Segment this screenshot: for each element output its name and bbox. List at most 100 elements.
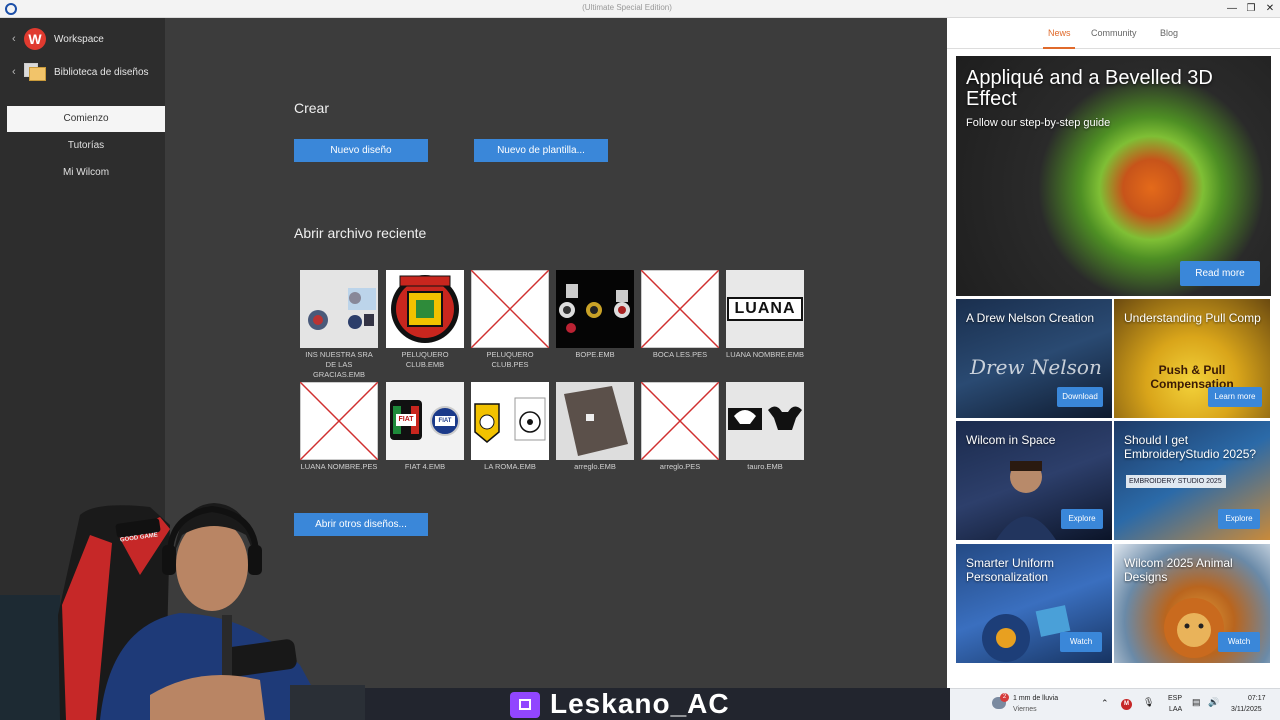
recent-file-item[interactable]: BOPE.EMB	[556, 270, 634, 360]
file-preview	[556, 270, 634, 348]
nav-item-tutorias[interactable]: Tutorías	[7, 133, 165, 159]
fiat-badge-square: FIAT	[390, 400, 422, 440]
tab-news[interactable]: News	[1048, 28, 1071, 38]
recent-file-item[interactable]: LUANA LUANA NOMBRE.EMB	[726, 270, 804, 360]
workspace-link[interactable]: ‹ W Workspace	[12, 27, 104, 51]
notification-badge[interactable]: M	[1121, 699, 1132, 710]
learn-more-button[interactable]: Learn more	[1208, 387, 1262, 407]
card-title: Understanding Pull Comp	[1124, 311, 1261, 325]
recent-file-item[interactable]: PELUQUERO CLUB.PES	[471, 270, 549, 370]
recent-file-item[interactable]: BOCA LES.PES	[641, 270, 719, 360]
file-name: PELUQUERO CLUB.EMB	[401, 350, 449, 369]
hero-title: Appliqué and a Bevelled 3D Effect	[966, 67, 1213, 110]
weather-day: Viernes	[1013, 706, 1037, 713]
clock-date[interactable]: 3/11/2025	[1231, 706, 1262, 713]
chevron-left-icon: ‹	[12, 33, 16, 45]
file-preview: FIAT FIAT	[386, 382, 464, 460]
clock-time[interactable]: 07:17	[1248, 695, 1266, 702]
news-card-drew-nelson[interactable]: A Drew Nelson Creation Drew Nelson Downl…	[956, 299, 1112, 418]
explore-button[interactable]: Explore	[1218, 509, 1260, 529]
astronaut-graphic	[996, 461, 1056, 540]
language-code[interactable]: ESP	[1168, 695, 1182, 702]
stream-banner: Leskano_AC	[365, 688, 950, 720]
card-title: Wilcom in Space	[966, 433, 1056, 447]
design-preview-graphic	[300, 270, 378, 348]
hero-subtitle: Follow our step-by-step guide	[966, 117, 1111, 129]
window-title: (Ultimate Special Edition)	[582, 3, 672, 12]
recent-file-item[interactable]: arreglo.EMB	[556, 382, 634, 472]
folder-icon	[24, 63, 46, 81]
taskbar: 2 1 mm de lluvia Viernes ⌃ M 🎙 ESP LAA ▤…	[950, 688, 1280, 720]
file-preview	[471, 382, 549, 460]
new-template-button[interactable]: Nuevo de plantilla...	[474, 139, 608, 162]
no-preview-icon	[471, 270, 549, 348]
design-library-link[interactable]: ‹ Biblioteca de diseños	[12, 60, 149, 84]
skull-emblem-graphic	[556, 270, 634, 348]
file-name: arreglo.PES	[659, 462, 701, 471]
tab-community[interactable]: Community	[1091, 28, 1137, 38]
new-design-button[interactable]: Nuevo diseño	[294, 139, 428, 162]
watch-button[interactable]: Watch	[1060, 632, 1102, 652]
no-preview-icon	[300, 382, 378, 460]
file-name: tauro.EMB	[747, 462, 783, 471]
file-preview	[386, 270, 464, 348]
luana-text-preview: LUANA	[727, 297, 803, 321]
recent-file-item[interactable]: FIAT FIAT FIAT 4.EMB	[386, 382, 464, 472]
create-title: Crear	[294, 100, 330, 116]
file-preview: LUANA	[726, 270, 804, 348]
watch-button[interactable]: Watch	[1218, 632, 1260, 652]
explore-button[interactable]: Explore	[1061, 509, 1103, 529]
workspace-label: Workspace	[54, 33, 104, 45]
news-panel: News Community Blog Appliqué and a Bevel…	[947, 18, 1280, 688]
microphone-icon[interactable]: 🎙	[1143, 697, 1154, 708]
recent-file-item[interactable]: arreglo.PES	[641, 382, 719, 472]
read-more-button[interactable]: Read more	[1180, 261, 1260, 286]
close-button[interactable]: ✕	[1260, 1, 1280, 17]
card-title: Wilcom 2025 Animal Designs	[1124, 556, 1233, 584]
volume-icon[interactable]: 🔊	[1208, 697, 1219, 708]
recent-file-item[interactable]: LA ROMA.EMB	[471, 382, 549, 472]
file-name: FIAT 4.EMB	[404, 462, 446, 471]
news-card-animal-designs[interactable]: Wilcom 2025 Animal Designs Watch	[1114, 544, 1270, 663]
news-card-pull-comp[interactable]: Understanding Pull Comp Push & Pull Comp…	[1114, 299, 1270, 418]
file-preview	[556, 382, 634, 460]
bull-graphic	[728, 406, 802, 430]
fiat-text: FIAT	[396, 414, 416, 426]
recent-file-item[interactable]: tauro.EMB	[726, 382, 804, 472]
restore-button[interactable]: ❐	[1241, 1, 1261, 17]
recent-files-title: Abrir archivo reciente	[294, 225, 427, 241]
webcam-overlay: GOOD GAME	[0, 495, 365, 720]
minimize-button[interactable]: —	[1222, 1, 1242, 17]
network-icon[interactable]: ▤	[1192, 697, 1201, 708]
file-name: LUANA NOMBRE.EMB	[726, 350, 804, 359]
file-name: arreglo.EMB	[574, 462, 616, 471]
weather-badge: 2	[1000, 693, 1009, 702]
chevron-left-icon: ‹	[12, 66, 16, 78]
drew-nelson-art-text: Drew Nelson	[970, 355, 1102, 379]
hero-card[interactable]: Appliqué and a Bevelled 3D Effect Follow…	[956, 56, 1271, 296]
download-button[interactable]: Download	[1057, 387, 1103, 407]
file-name: LA ROMA.EMB	[484, 462, 536, 471]
streamer-webcam-graphic	[0, 503, 365, 720]
fabric-patch-graphic	[564, 386, 628, 456]
recent-file-item[interactable]: PELUQUERO CLUB.EMB	[386, 270, 464, 370]
news-card-space[interactable]: Wilcom in Space Explore	[956, 421, 1112, 540]
news-card-embroiderystudio[interactable]: Should I get EmbroideryStudio 2025? EMBR…	[1114, 421, 1270, 540]
card-title: A Drew Nelson Creation	[966, 311, 1095, 325]
wilcom-logo-icon: W	[24, 28, 46, 50]
nav-item-comienzo[interactable]: Comienzo	[7, 106, 165, 132]
news-card-uniform[interactable]: Smarter Uniform Personalization Watch	[956, 544, 1112, 663]
file-name: BOPE.EMB	[575, 350, 615, 359]
recent-file-item[interactable]: INS NUESTRA SRA DE LAS GRACIAS.EMB	[300, 270, 378, 380]
tab-blog[interactable]: Blog	[1160, 28, 1178, 38]
news-tabs: News Community Blog	[947, 18, 1280, 49]
language-layout: LAA	[1169, 706, 1183, 713]
weather-text[interactable]: 1 mm de lluvia	[1013, 695, 1058, 702]
card-title: Smarter Uniform Personalization	[966, 556, 1055, 584]
nav-item-mi-wilcom[interactable]: Mi Wilcom	[7, 160, 165, 186]
recent-file-item[interactable]: LUANA NOMBRE.PES	[300, 382, 378, 472]
fiat-text: FIAT	[435, 416, 455, 426]
stream-handle: Leskano_AC	[550, 688, 730, 719]
tray-chevron-up-icon[interactable]: ⌃	[1101, 698, 1109, 709]
title-bar: (Ultimate Special Edition) — ❐ ✕	[0, 0, 1280, 18]
